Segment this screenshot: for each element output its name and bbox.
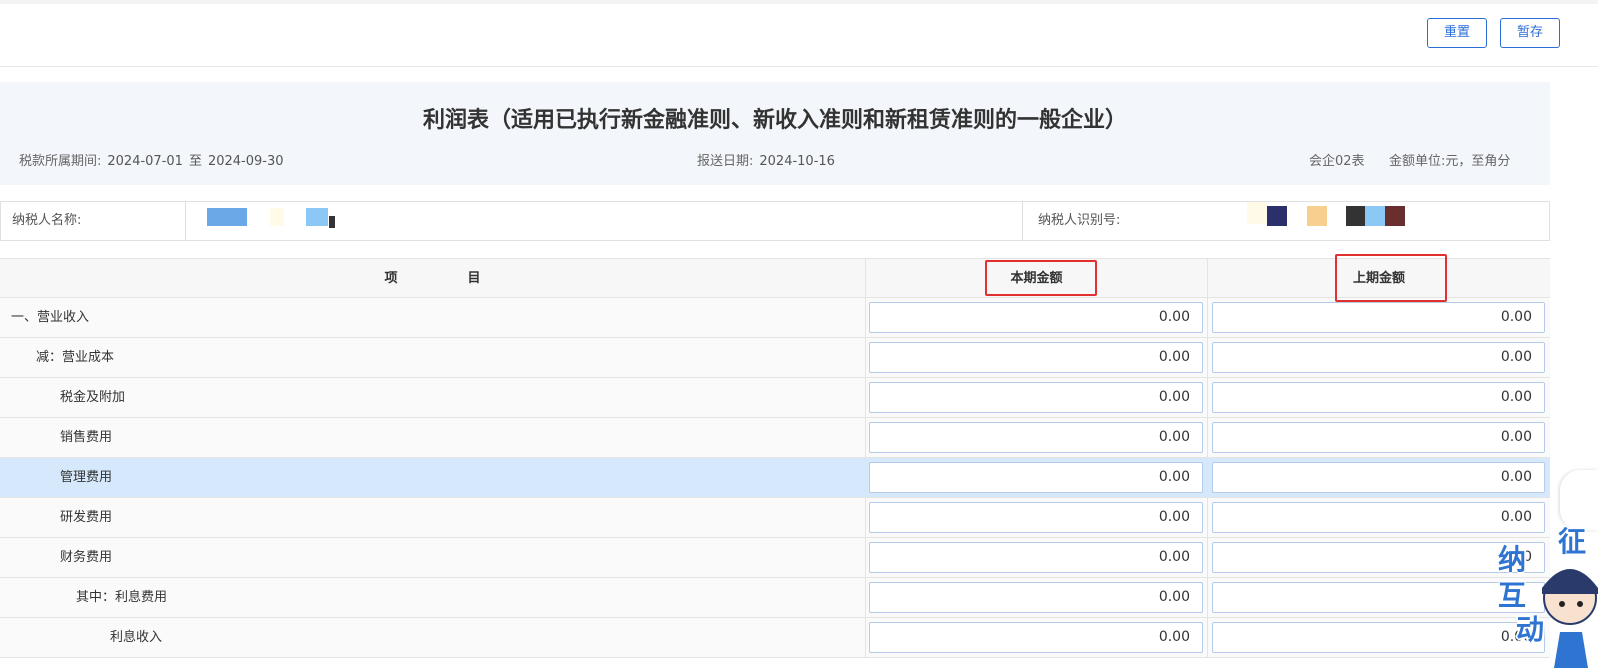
row-item-label: 管理费用 (0, 458, 866, 497)
previous-amount-input[interactable]: 0.00 (1212, 342, 1545, 373)
current-amount-input[interactable]: 0.00 (869, 342, 1203, 373)
current-amount-cell: 0.00 (866, 578, 1208, 617)
current-amount-cell: 0.00 (866, 418, 1208, 457)
mascot-char-2: 纳 (1498, 543, 1527, 576)
table-row[interactable]: 减：营业成本 0.00 0.00 (0, 338, 1550, 378)
redaction-block (1346, 206, 1366, 226)
taxpayer-id-label: 纳税人识别号: (1038, 213, 1121, 228)
current-amount-input[interactable]: 0.00 (869, 622, 1203, 653)
taxpayer-info-row: 纳税人名称: 纳税人识别号: (0, 201, 1550, 241)
current-amount-input[interactable]: 0.00 (869, 462, 1203, 493)
mascot-char-1: 征 (1558, 525, 1587, 558)
tax-period-end: 2024-09-30 (207, 154, 284, 169)
previous-amount-cell: 0.00 (1208, 338, 1550, 377)
current-amount-cell: 0.00 (866, 538, 1208, 577)
redaction-block (1385, 206, 1405, 226)
previous-amount-cell: 0.00 (1208, 378, 1550, 417)
previous-amount-cell: 0.00 (1208, 458, 1550, 497)
tax-period-label: 税款所属期间: (19, 154, 102, 169)
row-item-label: 研发费用 (0, 498, 866, 537)
row-item-label: 财务费用 (0, 538, 866, 577)
current-amount-cell: 0.00 (866, 298, 1208, 337)
current-amount-input[interactable]: 0.00 (869, 302, 1203, 333)
previous-amount-input[interactable]: 0.00 (1212, 462, 1545, 493)
redaction-block (1247, 202, 1267, 224)
table-row[interactable]: 销售费用 0.00 0.00 (0, 418, 1550, 458)
column-header-item-a: 项 (384, 271, 398, 286)
toolbar: 重置 暂存 (0, 4, 1598, 67)
report-header: 利润表（适用已执行新金融准则、新收入准则和新租赁准则的一般企业） 税款所属期间:… (0, 82, 1550, 185)
table-row[interactable]: 税金及附加 0.00 0.00 (0, 378, 1550, 418)
report-date-label: 报送日期: (697, 154, 754, 169)
taxpayer-name-label: 纳税人名称: (12, 213, 82, 228)
mascot-char-4: 动 (1516, 613, 1545, 646)
current-amount-input[interactable]: 0.00 (869, 422, 1203, 453)
amount-unit-label: 金额单位: (1389, 154, 1446, 169)
tax-period-separator: 至 (188, 154, 202, 169)
tax-period: 税款所属期间: 2024-07-01 至 2024-09-30 (19, 150, 284, 169)
current-amount-input[interactable]: 0.00 (869, 502, 1203, 533)
previous-amount-input[interactable]: 0.00 (1212, 382, 1545, 413)
previous-amount-cell: 0.00 (1208, 418, 1550, 457)
redaction-block (329, 216, 335, 228)
tax-period-start: 2024-07-01 (107, 154, 183, 169)
highlight-box-current (985, 260, 1097, 296)
previous-amount-input[interactable]: 0.00 (1212, 302, 1545, 333)
current-amount-input[interactable]: 0.00 (869, 582, 1203, 613)
amount-unit-value: 元，至角分 (1445, 154, 1511, 169)
previous-amount-cell: 0.00 (1208, 298, 1550, 337)
table-row[interactable]: 研发费用 0.00 0.00 (0, 498, 1550, 538)
form-code: 会企02表 (1309, 154, 1365, 169)
redaction-block (1365, 206, 1385, 226)
redaction-block (1267, 206, 1287, 226)
row-item-label: 销售费用 (0, 418, 866, 457)
row-item-label: 减：营业成本 (0, 338, 866, 377)
current-amount-cell: 0.00 (866, 618, 1208, 657)
reset-button[interactable]: 重置 (1427, 18, 1487, 48)
previous-amount-input[interactable]: 0.00 (1212, 422, 1545, 453)
assistant-mascot[interactable]: 征 纳 互 动 (1492, 520, 1598, 668)
current-amount-input[interactable]: 0.00 (869, 542, 1203, 573)
row-item-label: 利息收入 (0, 618, 866, 657)
row-item-label: 税金及附加 (0, 378, 866, 417)
highlight-box-previous (1335, 254, 1447, 302)
current-amount-cell: 0.00 (866, 458, 1208, 497)
table-row[interactable]: 管理费用 0.00 0.00 (0, 458, 1550, 498)
column-header-item: 项目 (0, 259, 866, 298)
table-row[interactable]: 其中：利息费用 0.00 (0, 578, 1550, 618)
report-date-value: 2024-10-16 (759, 154, 835, 169)
table-row[interactable]: 一、营业收入 0.00 0.00 (0, 298, 1550, 338)
table-header-row: 项目 本期金额 上期金额 (0, 258, 1550, 298)
save-draft-button[interactable]: 暂存 (1500, 18, 1560, 48)
redaction-block (1307, 206, 1327, 226)
redaction-block (270, 208, 284, 226)
current-amount-input[interactable]: 0.00 (869, 382, 1203, 413)
current-amount-cell: 0.00 (866, 498, 1208, 537)
taxpayer-name-field (185, 202, 1023, 240)
current-amount-cell: 0.00 (866, 378, 1208, 417)
page-title: 利润表（适用已执行新金融准则、新收入准则和新租赁准则的一般企业） (422, 108, 1127, 133)
report-date: 报送日期: 2024-10-16 (697, 150, 835, 169)
income-statement-table: 项目 本期金额 上期金额 一、营业收入 0.00 0.00 减：营业成本 0.00 0.0… (0, 258, 1550, 658)
table-row[interactable]: 财务费用 0.00 0.00 (0, 538, 1550, 578)
row-item-label: 一、营业收入 (0, 298, 866, 337)
table-row[interactable]: 利息收入 0.00 0.00 (0, 618, 1550, 658)
column-header-item-b: 目 (467, 271, 481, 286)
current-amount-cell: 0.00 (866, 338, 1208, 377)
redaction-block (306, 208, 328, 226)
row-item-label: 其中：利息费用 (0, 578, 866, 617)
table-body: 一、营业收入 0.00 0.00 减：营业成本 0.00 0.00 税金及附加 0.00 0.0… (0, 298, 1550, 658)
redaction-block (207, 208, 247, 226)
amount-unit: 金额单位:元，至角分 (1389, 150, 1510, 169)
